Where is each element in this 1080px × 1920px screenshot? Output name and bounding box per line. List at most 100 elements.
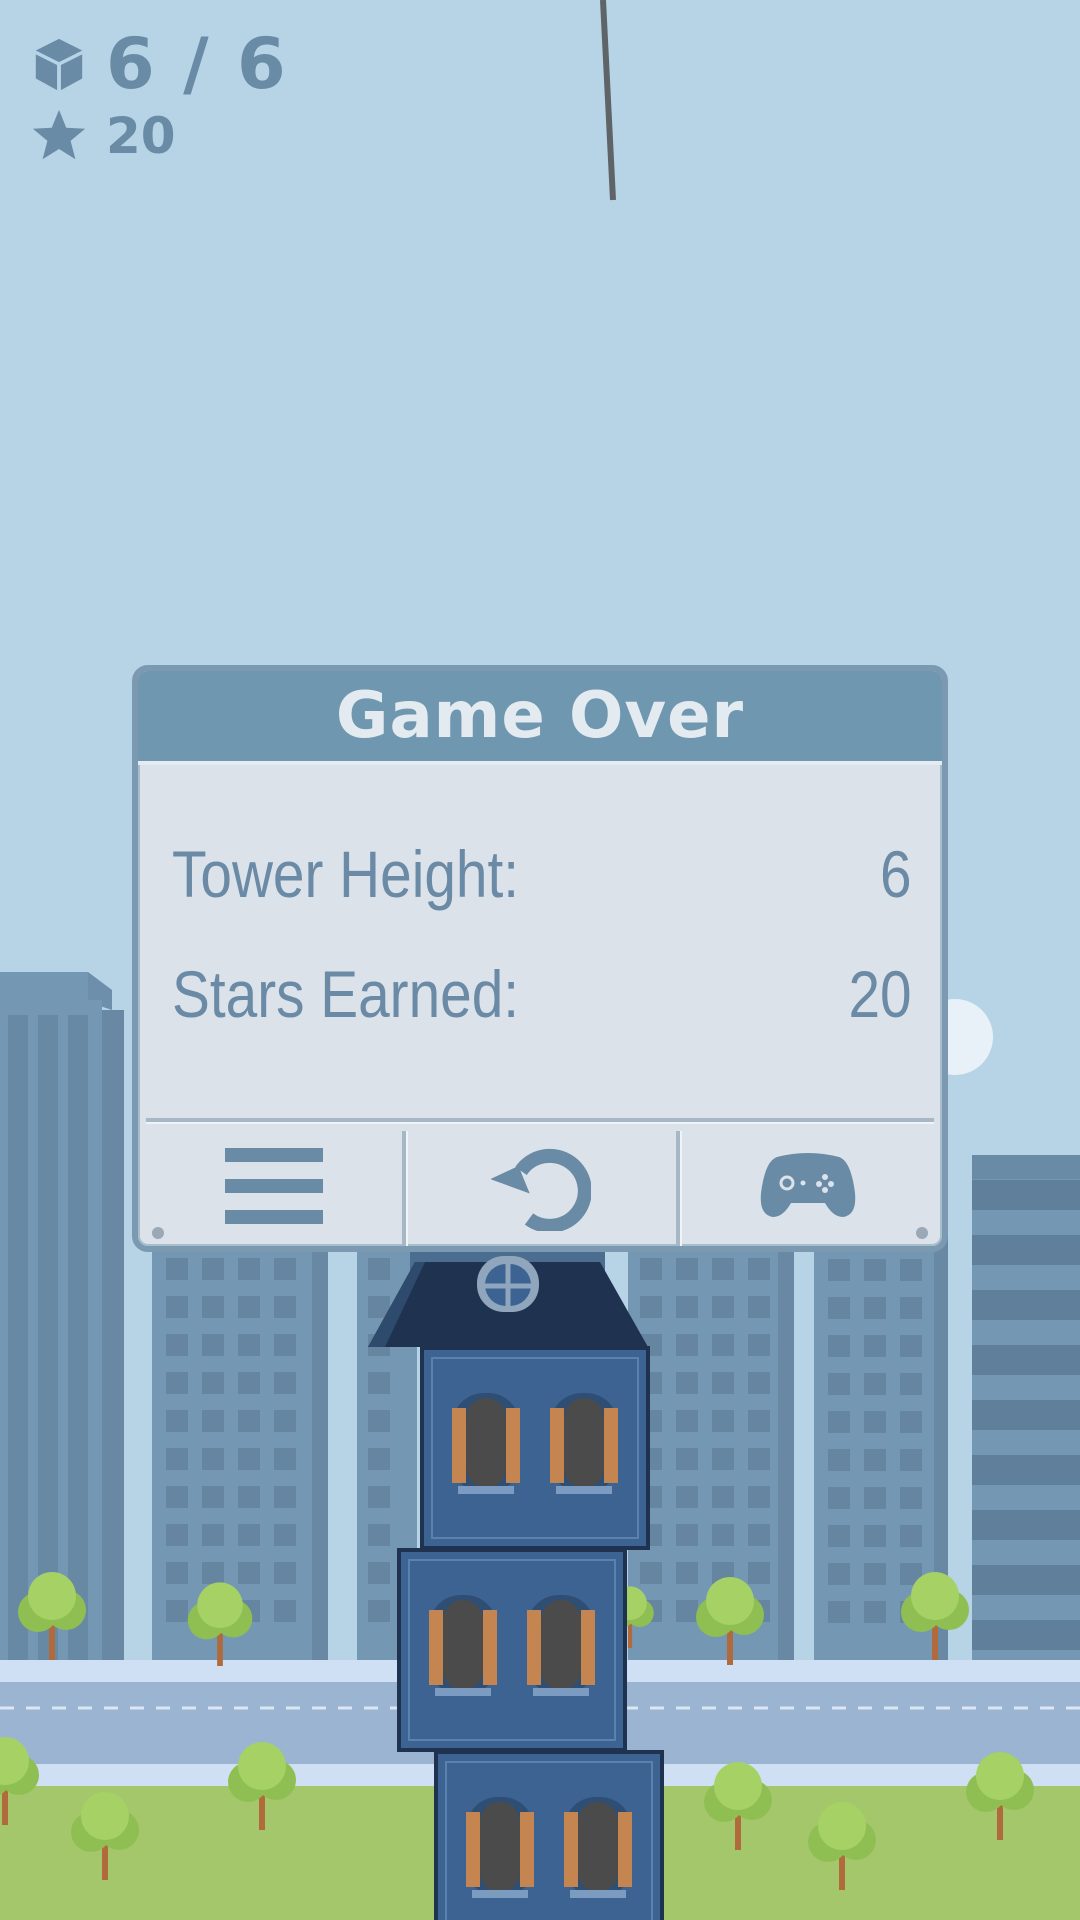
building-window [274,1486,296,1508]
building-window [238,1486,260,1508]
building-window [676,1410,698,1432]
building-window [202,1296,224,1318]
building-window [368,1448,390,1470]
stars-earned-row: Stars Earned: 20 [172,956,912,1032]
building-window [828,1487,850,1509]
building-window [166,1562,188,1584]
building-window [864,1601,886,1623]
tree [28,1572,76,1620]
building-window [368,1524,390,1546]
building-window [748,1258,770,1280]
building-window [864,1563,886,1585]
restart-icon [491,1148,591,1231]
star-icon [32,109,86,160]
building-window [828,1601,850,1623]
building-window [676,1334,698,1356]
building-window [640,1296,662,1318]
building-window [238,1334,260,1356]
more-games-button[interactable] [680,1126,936,1246]
building-window [274,1524,296,1546]
building-window [828,1259,850,1281]
building-window [748,1486,770,1508]
game-over-dialog: Game Over Tower Height: 6 Stars Earned: … [132,665,948,1252]
building-window [900,1525,922,1547]
stars-counter: 20 [30,104,176,168]
stat-value: 6 [880,837,912,911]
tree [818,1802,866,1850]
building-window [202,1258,224,1280]
background-building [972,1155,1080,1660]
building-window [676,1258,698,1280]
building-window [202,1486,224,1508]
building-window [166,1486,188,1508]
building-window [864,1487,886,1509]
blocks-counter: 6 / 6 [30,22,288,106]
tree [976,1752,1024,1800]
building-window [676,1486,698,1508]
building-window [368,1562,390,1584]
building-window [166,1600,188,1622]
building-window [676,1296,698,1318]
hamburger-menu-icon [225,1148,323,1224]
building-window [166,1410,188,1432]
building-window [712,1524,734,1546]
gamepad-icon [760,1153,856,1217]
divider [146,1118,934,1124]
building-window [864,1411,886,1433]
building-window [368,1486,390,1508]
building-window [166,1258,188,1280]
building-window [900,1411,922,1433]
building-window [676,1448,698,1470]
restart-button[interactable] [406,1126,676,1246]
tree [197,1582,243,1628]
building-window [712,1448,734,1470]
stat-value: 20 [848,957,912,1031]
building-window [828,1373,850,1395]
building-window [900,1449,922,1471]
building-window [900,1297,922,1319]
tree [706,1577,754,1625]
building-window [864,1335,886,1357]
building-window [828,1297,850,1319]
building-window [238,1524,260,1546]
building-window [368,1258,390,1280]
building-window [900,1373,922,1395]
tree [911,1572,959,1620]
building-window [166,1448,188,1470]
building-window [748,1372,770,1394]
building-window [368,1372,390,1394]
corner-dot [916,1227,928,1239]
building-window [828,1335,850,1357]
building-window [676,1562,698,1584]
building-window [274,1410,296,1432]
background-building [0,972,124,1660]
tower-height-row: Tower Height: 6 [172,836,912,912]
building-window [368,1410,390,1432]
tree [238,1742,286,1790]
building-window [238,1296,260,1318]
building-window [864,1449,886,1471]
building-window [864,1525,886,1547]
building-window [238,1372,260,1394]
corner-dot [152,1227,164,1239]
building-window [748,1524,770,1546]
building-window [712,1372,734,1394]
building-window [274,1600,296,1622]
building-window [202,1334,224,1356]
blocks-count: 6 / 6 [106,23,288,105]
building-window [828,1411,850,1433]
building-window [640,1562,662,1584]
building-window [166,1372,188,1394]
building-window [712,1334,734,1356]
building-window [166,1334,188,1356]
menu-button[interactable] [146,1126,402,1246]
building-window [864,1259,886,1281]
building-window [166,1296,188,1318]
building-window [202,1524,224,1546]
building-window [274,1334,296,1356]
building-window [828,1449,850,1471]
building-window [900,1259,922,1281]
building-window [748,1410,770,1432]
building-window [712,1486,734,1508]
building-window [712,1258,734,1280]
